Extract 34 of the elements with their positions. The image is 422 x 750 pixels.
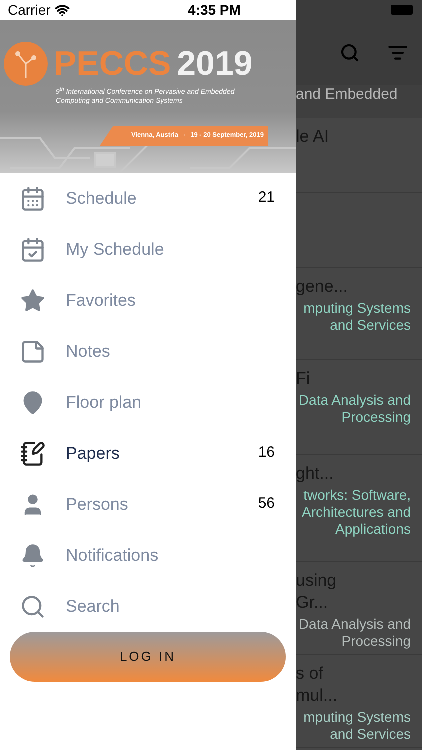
note-icon [20,338,46,364]
menu-count: 16 [258,443,275,464]
session-track: mputing Systems and Services [304,300,411,334]
search-icon [340,42,360,62]
calendar-check-icon [20,236,46,262]
star-icon [20,288,46,314]
menu-label: Papers [66,442,120,465]
menu-count: 56 [258,494,275,514]
menu-label: Floor plan [66,392,142,414]
calendar-icon [20,186,46,212]
carrier-label: Carrier [8,0,51,20]
wifi-icon [54,2,70,18]
battery-icon [391,5,413,15]
menu-count: 21 [258,188,275,208]
login-button[interactable]: LOG IN [10,632,286,682]
search-icon [20,594,46,620]
menu-label: Persons [66,494,128,516]
clock-time: 4:35 PM [188,0,241,20]
session-track: mputing Systems and Services [304,709,411,743]
session-track: tworks: Software, Architectures and Applications [302,487,411,538]
notepad-pen-icon [20,440,46,466]
logo-icon [4,42,48,86]
menu-label: Favorites [66,290,136,312]
menu-label: My Schedule [66,238,164,261]
menu-label: Notes [66,340,110,363]
menu-label: Notifications [66,544,159,567]
menu-label: Search [66,596,120,618]
banner-title: PECCS [54,47,172,81]
session-track: Data Analysis and Processing [298,392,411,426]
track-text: and Embedded [296,85,398,105]
banner-year: 2019 [177,47,253,81]
menu-label: Schedule [66,188,137,210]
bell-icon [20,542,46,568]
session-track: Data Analysis and Processing [298,616,411,650]
